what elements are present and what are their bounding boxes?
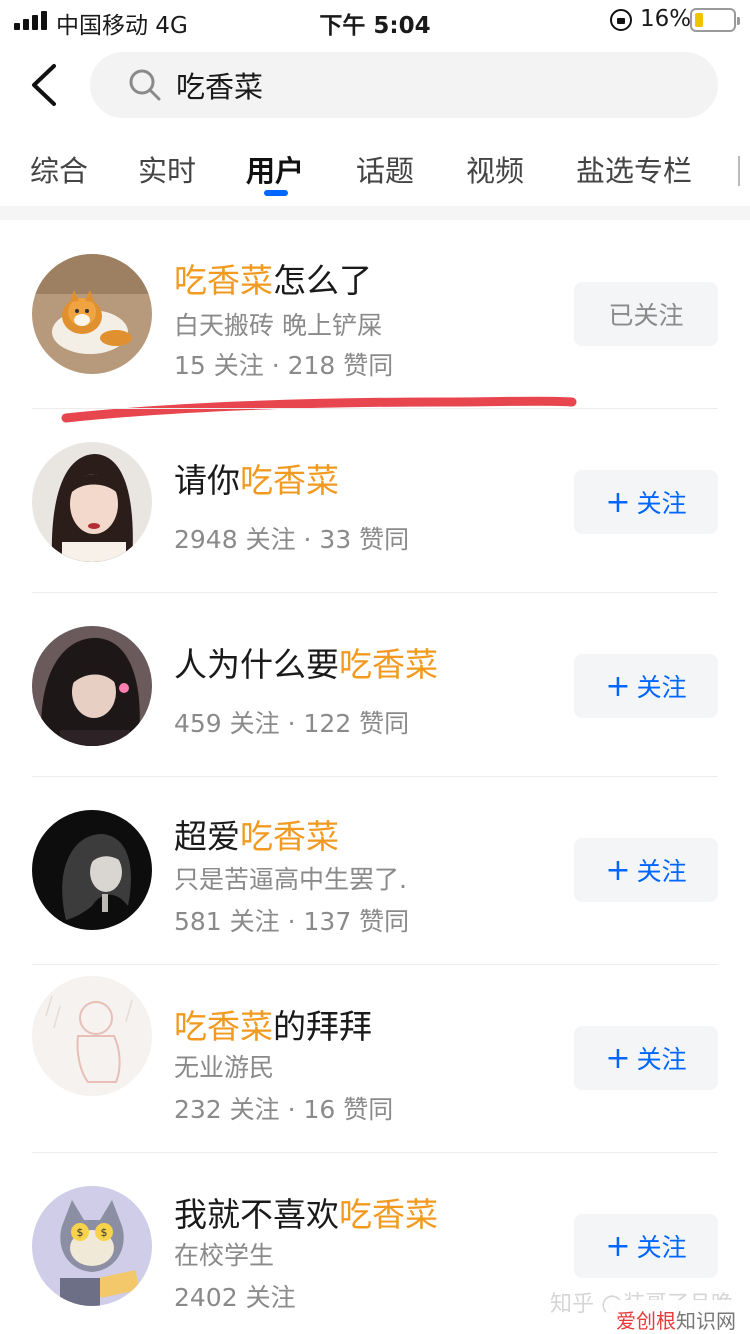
chevron-left-icon: [32, 64, 56, 106]
following-button[interactable]: 已关注: [574, 282, 718, 346]
user-name[interactable]: 超爱吃香菜: [174, 810, 339, 858]
row-divider: [32, 408, 718, 409]
avatar[interactable]: [32, 976, 152, 1096]
status-bar: 中国移动 4G 下午 5:04 16%: [0, 0, 750, 40]
row-divider: [32, 964, 718, 965]
user-stats: 232 关注 · 16 赞同: [174, 1095, 394, 1124]
search-input[interactable]: [176, 52, 676, 118]
search-icon: [129, 69, 161, 101]
avatar[interactable]: [32, 810, 152, 930]
tab-topics[interactable]: 话题: [356, 148, 414, 190]
user-stats: 581 关注 · 137 赞同: [174, 907, 410, 936]
user-name[interactable]: 请你吃香菜: [174, 454, 339, 502]
user-stats: 2948 关注 · 33 赞同: [174, 525, 410, 554]
row-divider: [32, 776, 718, 777]
follow-button[interactable]: + 关注: [574, 1214, 718, 1278]
battery-percent: 16%: [640, 6, 692, 32]
plus-icon: +: [605, 853, 631, 888]
plus-icon: +: [605, 1041, 631, 1076]
tab-overflow-edge: [738, 156, 750, 186]
clock: 下午 5:04: [319, 13, 431, 39]
keyword-highlight: 吃香菜: [174, 1007, 273, 1046]
follow-button[interactable]: + 关注: [574, 1026, 718, 1090]
rotation-lock-icon: [610, 9, 632, 31]
tab-general[interactable]: 综合: [30, 148, 88, 190]
follow-button[interactable]: + 关注: [574, 470, 718, 534]
user-stats: 2402 关注: [174, 1283, 296, 1312]
section-divider: [0, 206, 750, 220]
follow-button[interactable]: + 关注: [574, 838, 718, 902]
battery-icon: [690, 8, 740, 32]
keyword-highlight: 吃香菜: [240, 461, 339, 500]
tab-users[interactable]: 用户: [246, 148, 304, 190]
row-divider: [32, 592, 718, 593]
user-bio: 只是苦逼高中生罢了.: [174, 865, 407, 894]
plus-icon: +: [605, 1229, 631, 1264]
tab-videos[interactable]: 视频: [466, 148, 524, 190]
user-stats: 15 关注 · 218 赞同: [174, 351, 394, 380]
avatar[interactable]: [32, 254, 152, 374]
avatar[interactable]: [32, 442, 152, 562]
keyword-highlight: 吃香菜: [240, 817, 339, 856]
svg-text:$: $: [101, 1226, 108, 1239]
avatar[interactable]: [32, 626, 152, 746]
user-name[interactable]: 人为什么要吃香菜: [174, 638, 438, 686]
user-stats: 459 关注 · 122 赞同: [174, 709, 410, 738]
tab-bar: 综合 实时 用户 话题 视频 盐选专栏: [0, 140, 750, 206]
user-name[interactable]: 吃香菜的拜拜: [174, 1000, 372, 1048]
search-bar[interactable]: [90, 52, 718, 118]
user-bio: 无业游民: [174, 1053, 275, 1082]
back-button[interactable]: [26, 62, 66, 108]
follow-button[interactable]: + 关注: [574, 654, 718, 718]
svg-text:$: $: [77, 1226, 84, 1239]
user-bio: 在校学生: [174, 1241, 275, 1270]
keyword-highlight: 吃香菜: [174, 261, 273, 300]
row-divider: [32, 1152, 718, 1153]
keyword-highlight: 吃香菜: [339, 645, 438, 684]
active-tab-indicator: [264, 190, 288, 196]
site-watermark: 爱创根知识网: [606, 1300, 750, 1334]
tab-salt-column[interactable]: 盐选专栏: [576, 148, 692, 190]
plus-icon: +: [605, 485, 631, 520]
user-name[interactable]: 我就不喜欢吃香菜: [174, 1188, 438, 1236]
plus-icon: +: [605, 669, 631, 704]
user-name[interactable]: 吃香菜怎么了: [174, 254, 372, 302]
avatar[interactable]: $ $: [32, 1186, 152, 1306]
tab-realtime[interactable]: 实时: [138, 148, 196, 190]
keyword-highlight: 吃香菜: [339, 1195, 438, 1234]
user-bio: 白天搬砖 晚上铲屎: [174, 311, 382, 340]
